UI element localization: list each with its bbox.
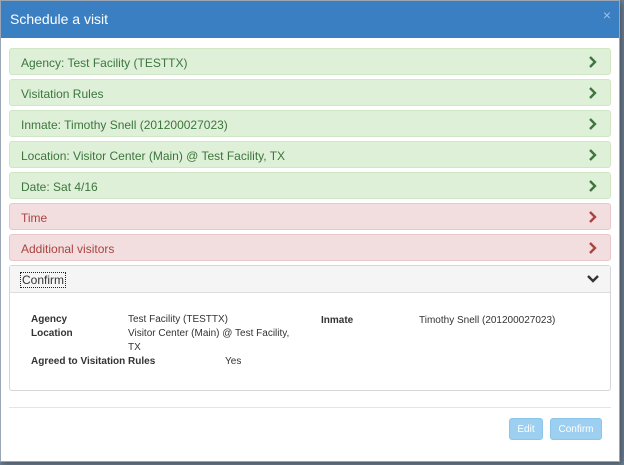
agency-value: Test Facility (TESTTX) [128,314,229,325]
step-label: Visitation Rules [21,87,104,101]
edit-button[interactable]: Edit [509,418,543,440]
inmate-value: Timothy Snell (201200027023) [419,315,556,326]
schedule-visit-modal: Schedule a visit × Agency: Test Facility… [0,0,620,462]
rules-label: Agreed to Visitation Rules [31,356,156,367]
location-value-line1: Visitor Center (Main) @ Test Facility, [128,328,290,339]
step-label: Inmate: Timothy Snell (201200027023) [21,118,228,132]
step-location[interactable]: Location: Visitor Center (Main) @ Test F… [9,141,611,168]
step-inmate[interactable]: Inmate: Timothy Snell (201200027023) [9,110,611,137]
footer-divider [9,407,611,408]
location-value-line2: TX [128,342,141,353]
confirm-panel: Confirm Agency Test Facility (TESTTX) Lo… [9,265,611,391]
confirm-panel-header[interactable]: Confirm [10,266,610,293]
step-agency[interactable]: Agency: Test Facility (TESTTX) [9,48,611,75]
modal-header: Schedule a visit × [1,1,619,38]
step-label: Date: Sat 4/16 [21,180,98,194]
chevron-right-icon [589,149,597,161]
location-label: Location [31,328,73,339]
step-additional-visitors[interactable]: Additional visitors [9,234,611,261]
chevron-down-icon [587,275,599,283]
step-label: Location: Visitor Center (Main) @ Test F… [21,149,286,163]
rules-value: Yes [225,356,242,367]
step-visitation-rules[interactable]: Visitation Rules [9,79,611,106]
step-label: Additional visitors [21,242,115,256]
chevron-right-icon [589,87,597,99]
inmate-label: Inmate [321,315,354,326]
agency-label: Agency [31,314,68,325]
step-label: Time [21,211,48,225]
modal-title: Schedule a visit [10,11,109,27]
chevron-right-icon [589,180,597,192]
modal-body: Agency: Test Facility (TESTTX) Visitatio… [1,38,619,391]
close-icon[interactable]: × [603,7,611,23]
confirm-summary: Agency Test Facility (TESTTX) Location V… [10,293,610,390]
chevron-right-icon [589,118,597,130]
chevron-right-icon [589,56,597,68]
step-date[interactable]: Date: Sat 4/16 [9,172,611,199]
step-label: Agency: Test Facility (TESTTX) [21,56,188,70]
confirm-button[interactable]: Confirm [550,418,602,440]
chevron-right-icon [589,242,597,254]
confirm-header-label: Confirm [20,272,67,288]
step-time[interactable]: Time [9,203,611,230]
chevron-right-icon [589,211,597,223]
